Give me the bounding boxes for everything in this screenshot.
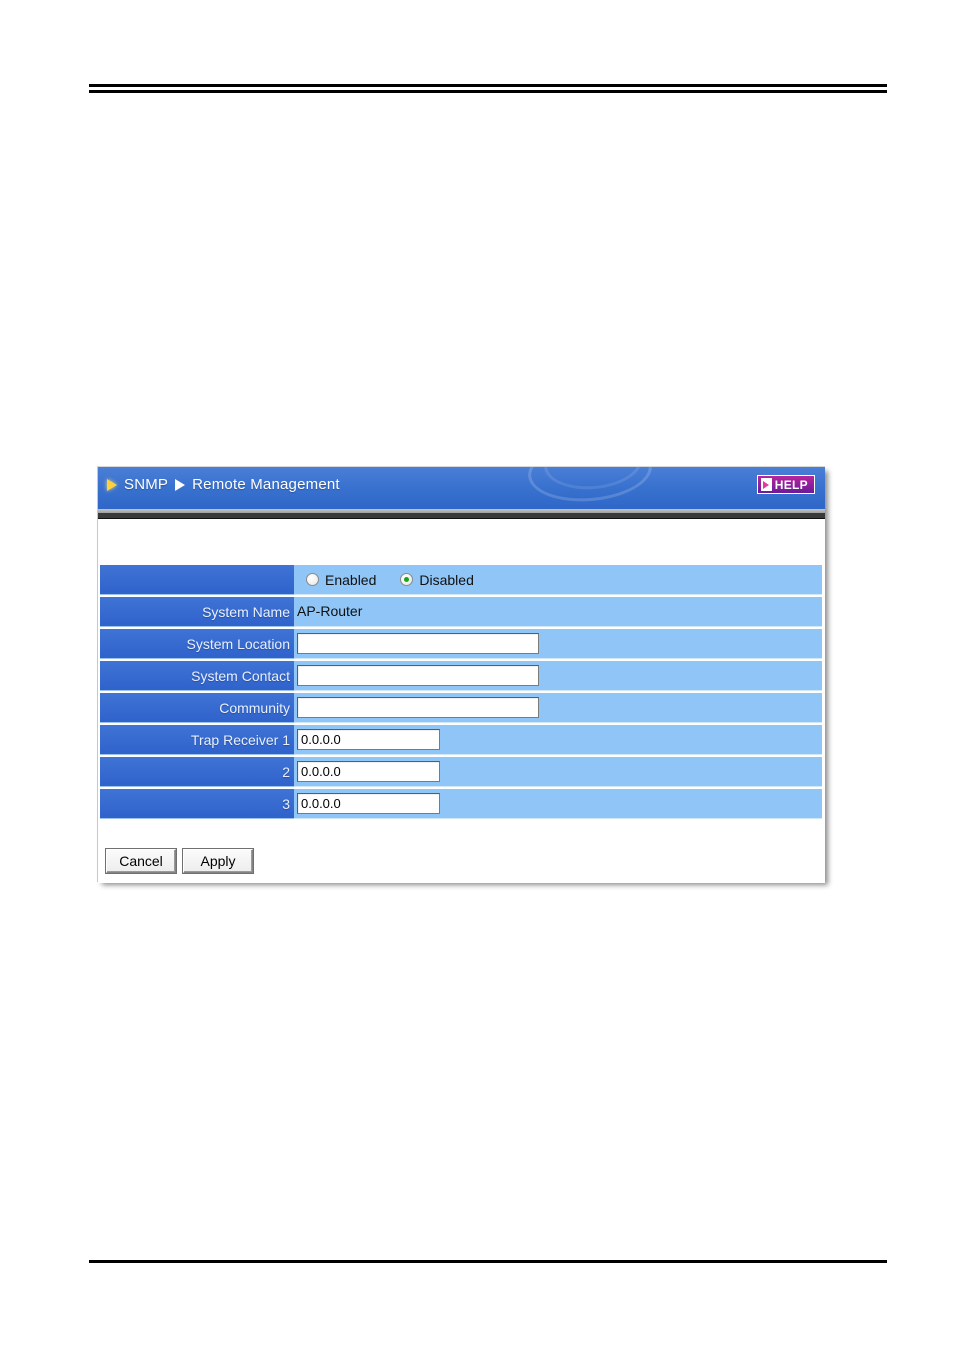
snmp-state-radio-group: Enabled Disabled: [297, 572, 822, 588]
snmp-settings-table: Enabled Disabled System Name AP-Router S: [100, 563, 822, 821]
row-label-trap-receiver-1: Trap Receiver 1: [100, 725, 294, 755]
table-row-system-contact: System Contact: [100, 661, 822, 691]
row-label-system-location: System Location: [100, 629, 294, 659]
system-location-input[interactable]: [297, 633, 539, 654]
row-value-trap-receiver-3: [294, 789, 822, 819]
trap-receiver-1-input[interactable]: [297, 729, 440, 750]
table-row-trap-receiver-1: Trap Receiver 1: [100, 725, 822, 755]
system-name-value: AP-Router: [297, 602, 363, 619]
table-row-system-name: System Name AP-Router: [100, 597, 822, 627]
radio-enabled-label[interactable]: Enabled: [325, 572, 376, 588]
trap-receiver-3-input[interactable]: [297, 793, 440, 814]
help-button-label: HELP: [774, 477, 808, 492]
row-value-snmp-state: Enabled Disabled: [294, 565, 822, 595]
trap-receiver-2-input[interactable]: [297, 761, 440, 782]
row-label-system-name: System Name: [100, 597, 294, 627]
content-top-spacer: [98, 519, 825, 563]
help-button[interactable]: HELP: [756, 475, 815, 494]
page-top-rule: [89, 84, 887, 93]
row-value-system-contact: [294, 661, 822, 691]
row-label-system-contact: System Contact: [100, 661, 294, 691]
form-button-bar: Cancel Apply: [106, 849, 253, 873]
snmp-settings-panel: SNMP Remote Management HELP Enabled Disa…: [97, 466, 825, 883]
row-label-trap-receiver-3: 3: [100, 789, 294, 819]
apply-button[interactable]: Apply: [183, 849, 253, 873]
row-label-trap-receiver-2: 2: [100, 757, 294, 787]
breadcrumb-item-remote-management[interactable]: Remote Management: [192, 476, 340, 493]
breadcrumb: SNMP Remote Management: [107, 476, 340, 493]
arrow-right-white-icon: [175, 478, 186, 491]
breadcrumb-item-snmp[interactable]: SNMP: [124, 476, 168, 493]
table-row-trap-receiver-3: 3: [100, 789, 822, 819]
row-value-trap-receiver-1: [294, 725, 822, 755]
row-value-system-location: [294, 629, 822, 659]
row-label-snmp-state: [100, 565, 294, 595]
system-contact-input[interactable]: [297, 665, 539, 686]
table-row-snmp-state: Enabled Disabled: [100, 565, 822, 595]
cancel-button[interactable]: Cancel: [106, 849, 176, 873]
page-bottom-rule: [89, 1260, 887, 1263]
row-value-system-name: AP-Router: [294, 597, 822, 627]
panel-header: SNMP Remote Management HELP: [98, 467, 825, 509]
row-value-trap-receiver-2: [294, 757, 822, 787]
arrow-right-gold-icon: [107, 478, 117, 491]
panel-body: Enabled Disabled System Name AP-Router S: [98, 519, 825, 883]
radio-enabled[interactable]: [306, 573, 319, 586]
radio-disabled-label[interactable]: Disabled: [419, 572, 473, 588]
row-value-community: [294, 693, 822, 723]
radio-disabled[interactable]: [400, 573, 414, 586]
table-row-community: Community: [100, 693, 822, 723]
row-label-community: Community: [100, 693, 294, 723]
table-row-trap-receiver-2: 2: [100, 757, 822, 787]
table-row-system-location: System Location: [100, 629, 822, 659]
help-arrow-icon: [760, 478, 772, 491]
community-input[interactable]: [297, 697, 539, 718]
